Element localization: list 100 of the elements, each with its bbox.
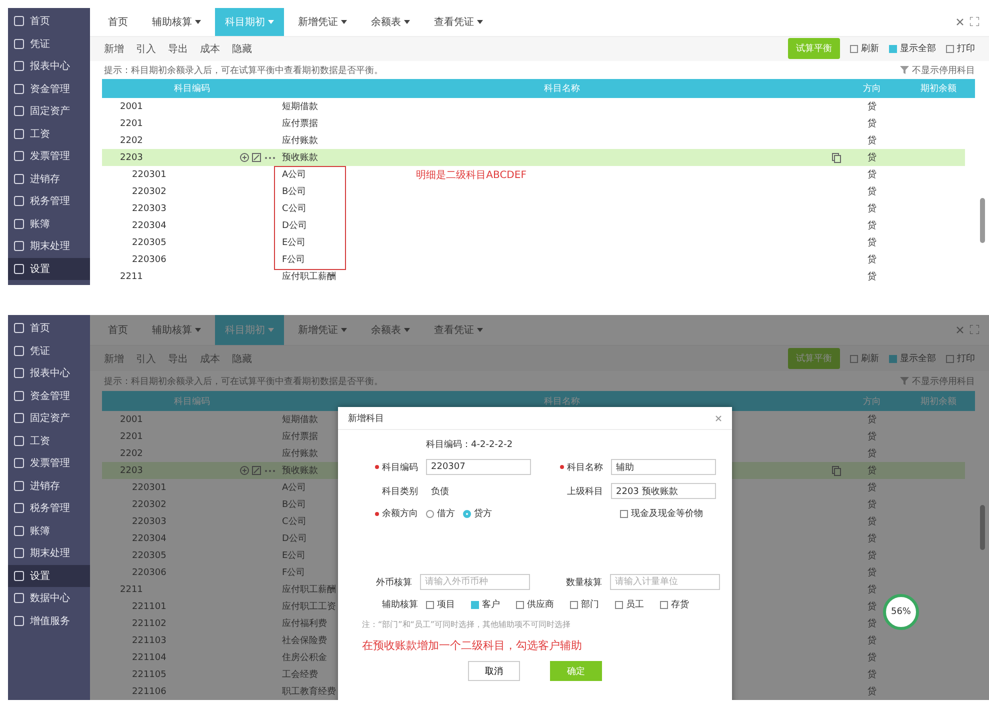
option-label: 部门 [581, 598, 599, 611]
table-cell-text: 短期借款 [282, 414, 318, 426]
table-cell-text: 短期借款 [282, 100, 318, 114]
table-cell-text: 预收账款 [282, 152, 318, 164]
table-cell-text: 贷 [866, 584, 878, 596]
column-header: 期初余额 [920, 82, 958, 96]
note-text: 注：“部门”和“员工”可同时选择，其他辅助项不可同时选择 [361, 619, 572, 630]
column-header: 科目名称 [543, 396, 581, 408]
table-cell-text: 贷 [866, 652, 878, 664]
field-label: 余额方向 [354, 507, 418, 520]
table-cell: 职工教育经费 [282, 685, 336, 698]
table-cell-text: D公司 [282, 532, 307, 546]
table-cell-text: 贷 [866, 236, 878, 250]
column-header: 科目名称 [543, 82, 581, 96]
table-cell: 2203 [120, 466, 143, 476]
table-cell-text: 贷 [866, 152, 878, 164]
column-header: 科目编码 [173, 82, 211, 96]
option-label: 存货 [671, 598, 689, 611]
table-cell-text: 贷 [866, 430, 878, 444]
table-cell-text: 贷 [866, 686, 878, 698]
table-cell: 2202 [120, 136, 143, 146]
table-cell: 220301 [132, 170, 166, 180]
table-cell: 220304 [132, 220, 166, 231]
field-label: 科目编码 [354, 460, 418, 474]
table-cell: 2203 [120, 152, 143, 163]
table-cell-text: 工会经费 [282, 668, 318, 682]
table-cell-text: 应付票据 [282, 118, 318, 130]
table-cell: 220305 [132, 550, 166, 561]
table-cell-text: 应付职工薪酬 [282, 584, 336, 596]
column-header: 方向 [862, 82, 882, 96]
table-cell-text: C公司 [282, 202, 306, 216]
option-label: 打印 [957, 42, 975, 56]
option-label: 客户 [482, 598, 500, 611]
table-cell: 2211 [120, 584, 143, 595]
table-cell: 220305 [132, 238, 166, 248]
table-cell-text: 社会保险费 [282, 634, 327, 648]
table-cell-text: C公司 [282, 516, 306, 528]
dialog-title: 新增科目 [348, 412, 384, 424]
table-cell-text: E公司 [282, 236, 306, 250]
field-label: 辅助核算 [381, 598, 418, 611]
table-cell-text: 贷 [866, 134, 878, 148]
table-cell-text: 应付账款 [282, 134, 318, 148]
option-label: 项目 [437, 599, 455, 611]
table-cell-text: D公司 [282, 220, 307, 232]
table-cell-text: 贷 [866, 220, 878, 232]
table-cell-text: 应付账款 [282, 448, 318, 460]
table-cell: 2202 [120, 448, 143, 459]
option-label: 刷新 [861, 352, 879, 366]
option-label: 显示全部 [900, 42, 936, 56]
column-header: 科目编码 [173, 396, 211, 408]
option-label: 供应商 [527, 598, 554, 611]
field-label: 科目类别 [381, 486, 418, 498]
option-label: 借方 [437, 508, 455, 520]
option-label: 现金及现金等价物 [631, 508, 703, 520]
table-cell: 2201 [120, 432, 143, 442]
table-cell-text: 贷 [866, 270, 878, 284]
table-cell-text: 贷 [866, 448, 878, 460]
table-cell-text: 贷 [866, 532, 878, 546]
table-cell: 221103 [132, 636, 166, 646]
table-cell: 220301 [132, 482, 166, 493]
table-cell-text: 应付福利费 [282, 618, 327, 630]
table-cell: 2211 [120, 272, 143, 282]
hint-text: 提示：科目期初余额录入后，可在试算平衡中查看期初数据是否平衡。 [104, 376, 383, 388]
table-cell: 221101 [132, 602, 166, 612]
table-cell-text: A公司 [282, 482, 306, 494]
table-cell: 221104 [132, 652, 166, 663]
option-label: 刷新 [861, 42, 879, 56]
table-cell-text: 贷 [866, 100, 878, 114]
table-cell: 2001 [120, 102, 143, 112]
table-cell: 220306 [132, 254, 166, 265]
option-label: 贷方 [474, 508, 492, 520]
table-cell: 221102 [132, 618, 166, 629]
table-cell-text: 贷 [866, 168, 878, 182]
table-cell: 221105 [132, 670, 166, 680]
table-cell-text: 贷 [866, 566, 878, 580]
table-cell-text: 贷 [866, 498, 878, 512]
table-cell: 220302 [132, 186, 166, 197]
field-label: 外币核算 [375, 576, 412, 588]
table-cell-text: 贷 [866, 202, 878, 216]
table-cell: 2201 [120, 118, 143, 129]
table-cell: 220303 [132, 204, 166, 214]
field-label: 数量核算 [565, 576, 602, 588]
column-header: 期初余额 [920, 396, 958, 408]
table-cell: 220304 [132, 534, 166, 544]
hint-text: 提示：科目期初余额录入后，可在试算平衡中查看期初数据是否平衡。 [104, 64, 383, 77]
table-cell-text: 贷 [866, 464, 878, 478]
table-cell-text: 贷 [866, 550, 878, 562]
annotation-text: 在预收账款增加一个二级科目，勾选客户辅助 [361, 638, 583, 653]
table-cell-text: 应付职工工资 [282, 600, 336, 614]
table-cell-text: 贷 [866, 516, 878, 528]
table-cell: 220303 [132, 516, 166, 527]
table-cell: 221106 [132, 686, 166, 697]
table-cell-text: 预收账款 [282, 464, 318, 478]
table-cell-text: 贷 [866, 254, 878, 266]
table-cell: 2001 [120, 414, 143, 425]
option-label: 员工 [626, 598, 644, 611]
table-cell-text: 贷 [866, 118, 878, 130]
option-label: 显示全部 [900, 352, 936, 366]
table-cell-text: B公司 [282, 498, 306, 512]
field-label: 科目名称 [539, 460, 603, 474]
